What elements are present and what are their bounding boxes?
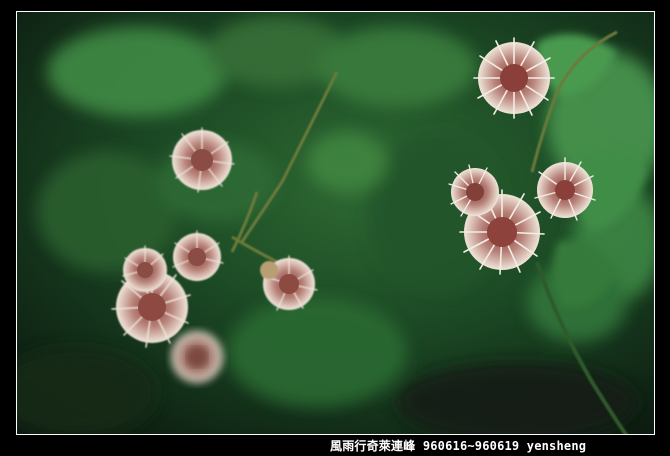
photo-frame: 風雨行奇萊連峰 960616~960619 yensheng	[0, 0, 670, 456]
flower-photo	[16, 11, 655, 435]
flower-cluster	[171, 331, 223, 383]
flower-bud	[260, 261, 278, 279]
flower-photo-image	[17, 12, 654, 434]
photo-caption: 風雨行奇萊連峰 960616~960619 yensheng	[330, 439, 587, 453]
